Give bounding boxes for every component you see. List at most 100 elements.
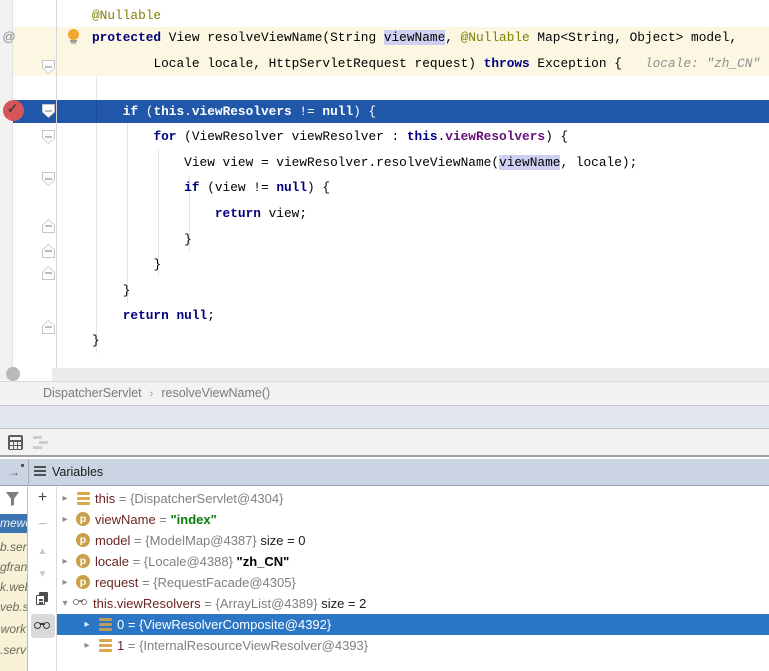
code-line[interactable]: for (ViewResolver viewResolver : this.vi… [153, 126, 568, 148]
equals-sign: = [201, 596, 216, 611]
variables-tree[interactable]: ▸ this = {DispatcherServlet@4304} ▸ pviewNa… [57, 487, 769, 671]
code-line[interactable]: if (this.viewResolvers != null) { [123, 100, 376, 122]
parameter-icon: p [76, 512, 90, 526]
annotation-marker-icon[interactable]: @ [2, 29, 16, 45]
expand-chevron-icon[interactable]: ▸ [59, 572, 71, 593]
code-line[interactable]: Locale locale, HttpServletRequest reques… [153, 53, 760, 75]
code-line[interactable]: return null; [123, 305, 215, 327]
hamburger-icon[interactable] [34, 466, 46, 478]
code-token: . [184, 104, 192, 119]
copy-icon[interactable] [36, 592, 49, 606]
object-reference: {RequestFacade@4305} [153, 575, 296, 590]
breadcrumb-class[interactable]: DispatcherServlet [43, 382, 142, 405]
object-reference: {ArrayList@4389} [215, 596, 317, 611]
code-token: != [292, 104, 323, 119]
variable-row[interactable]: ▸plocale = {Locale@4388} "zh_CN" [57, 551, 769, 572]
code-line[interactable]: } [123, 280, 131, 302]
variable-text: this = {DispatcherServlet@4304} [95, 488, 283, 509]
code-line[interactable]: return view; [215, 203, 307, 225]
object-reference: {ViewResolverComposite@4392} [139, 617, 331, 632]
variable-name: model [95, 533, 130, 548]
add-watch-icon[interactable]: + [29, 489, 56, 507]
code-line[interactable]: protected View resolveViewName(String vi… [92, 27, 737, 49]
variable-row[interactable]: pmodel = {ModelMap@4387} size = 0 [57, 530, 769, 551]
filter-funnel-icon[interactable] [6, 492, 19, 506]
move-up-icon[interactable]: ▲ [29, 546, 56, 557]
code-editor[interactable]: @Nullableprotected View resolveViewName(… [0, 0, 769, 380]
breadcrumb: DispatcherServlet › resolveViewName() [0, 381, 769, 405]
gutter-separator [56, 0, 57, 368]
variable-text: viewName = "index" [95, 509, 217, 530]
fold-marker-icon[interactable] [42, 60, 55, 74]
expand-chevron-icon[interactable]: ▸ [59, 509, 71, 530]
code-token: ) { [307, 180, 330, 195]
code-token: return [215, 206, 261, 221]
expand-chevron-icon[interactable]: ▾ [59, 593, 71, 614]
code-token: view; [261, 206, 307, 221]
code-token: this [407, 129, 438, 144]
variable-row[interactable]: ▸ p viewName = "index" [57, 509, 769, 530]
variable-row[interactable]: ▸ this = {DispatcherServlet@4304} [57, 488, 769, 509]
fold-marker-icon[interactable] [42, 172, 55, 186]
code-line[interactable]: if (view != null) { [184, 177, 330, 199]
code-token: View resolveViewName(String [169, 30, 384, 45]
variable-text: request = {RequestFacade@4305} [95, 572, 296, 593]
frames-panel-edge[interactable]: mewo b.sergfrank.webveb.s work .serv [0, 487, 28, 671]
code-line[interactable]: } [92, 330, 100, 352]
code-token: protected [92, 30, 169, 45]
fold-marker-icon[interactable] [42, 219, 55, 233]
variable-row[interactable]: ▸prequest = {RequestFacade@4305} [57, 572, 769, 593]
code-token: } [123, 283, 131, 298]
expand-chevron-icon[interactable]: ▸ [81, 635, 93, 656]
stack-frame-item[interactable]: work [0, 620, 28, 639]
code-token: Exception { [530, 56, 630, 71]
value-icon [99, 618, 112, 631]
evaluate-expression-icon[interactable] [8, 435, 23, 450]
variable-text: this.viewResolvers = {ArrayList@4389} si… [93, 593, 366, 614]
move-down-icon[interactable]: ▼ [29, 569, 56, 580]
expand-chevron-icon[interactable]: ▸ [59, 551, 71, 572]
show-watches-icon[interactable] [31, 614, 55, 638]
restore-layout-icon[interactable] [33, 435, 48, 450]
stack-frame-item[interactable]: .serv [0, 641, 28, 660]
equals-sign: = [156, 512, 171, 527]
stack-frame-item[interactable]: gfran [0, 558, 28, 577]
annotation-gutter [0, 0, 13, 380]
breakpoint-verified-icon[interactable]: ✓ [3, 100, 24, 121]
code-line[interactable]: @Nullable [92, 5, 161, 27]
stack-frame-item[interactable]: veb.s [0, 598, 28, 617]
breadcrumb-method[interactable]: resolveViewName() [161, 382, 270, 405]
fold-marker-icon[interactable] [42, 244, 55, 258]
variable-name: request [95, 575, 138, 590]
variable-row[interactable]: ▸0 = {ViewResolverComposite@4392} [57, 614, 769, 635]
expand-chevron-icon[interactable]: ▸ [81, 614, 93, 635]
code-token: } [153, 257, 161, 272]
breadcrumb-separator: › [150, 383, 154, 406]
code-token: viewName [499, 155, 560, 170]
expand-chevron-icon[interactable]: ▸ [59, 488, 71, 509]
code-token: throws [484, 56, 530, 71]
variable-row[interactable]: ▸1 = {InternalResourceViewResolver@4393} [57, 635, 769, 656]
show-execution-point-icon[interactable]: → [8, 464, 24, 480]
variable-row[interactable]: ▾ this.viewResolvers = {ArrayList@4389} s… [57, 593, 769, 614]
code-token: null [176, 308, 207, 323]
code-token: for [153, 129, 184, 144]
fold-marker-icon[interactable] [42, 320, 55, 334]
intention-bulb-icon[interactable] [68, 29, 80, 44]
frames-header-cell: → [0, 459, 29, 486]
variable-value: "zh_CN" [237, 554, 290, 569]
fold-marker-icon[interactable] [42, 104, 55, 118]
code-token: } [184, 232, 192, 247]
stack-frame-item[interactable]: k.web [0, 578, 28, 597]
stack-frame-item[interactable]: mewo [0, 514, 28, 533]
fold-marker-icon[interactable] [42, 130, 55, 144]
code-line[interactable]: } [153, 254, 161, 276]
stack-frame-item[interactable]: b.ser [0, 538, 28, 557]
code-line[interactable]: View view = viewResolver.resolveViewName… [184, 152, 637, 174]
variable-size: size = 0 [257, 533, 306, 548]
remove-watch-icon[interactable]: − [29, 516, 56, 534]
parameter-icon: p [76, 533, 90, 547]
fold-marker-icon[interactable] [42, 266, 55, 280]
code-line[interactable]: } [184, 229, 192, 251]
equals-sign: = [124, 638, 139, 653]
